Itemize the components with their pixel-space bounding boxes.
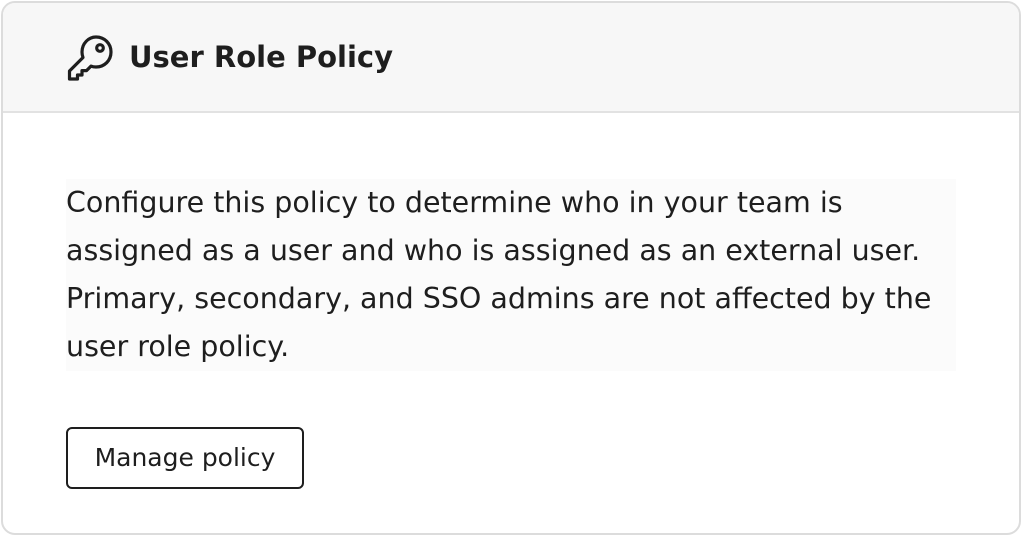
policy-description: Configure this policy to determine who i… xyxy=(66,179,956,371)
key-icon xyxy=(66,34,114,82)
user-role-policy-card: User Role Policy Configure this policy t… xyxy=(1,1,1021,535)
card-title: User Role Policy xyxy=(129,40,393,74)
card-body: Configure this policy to determine who i… xyxy=(3,113,1019,489)
card-header: User Role Policy xyxy=(3,3,1019,113)
manage-policy-button[interactable]: Manage policy xyxy=(66,427,304,489)
